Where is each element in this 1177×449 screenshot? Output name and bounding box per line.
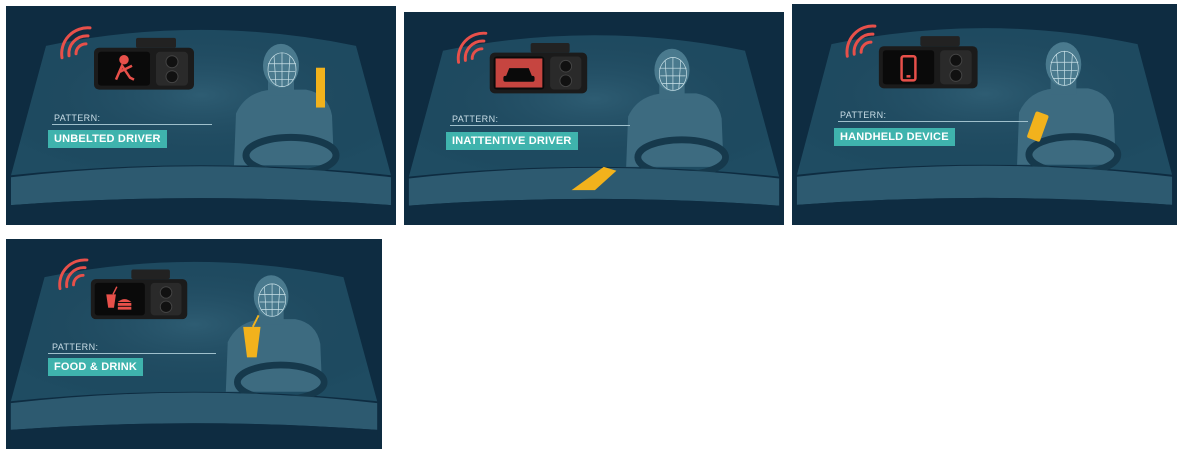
pattern-badge: HANDHELD DEVICE	[834, 128, 955, 146]
pattern-leader-line	[52, 124, 212, 125]
car-icon	[495, 58, 543, 88]
seatbelt-buckle	[316, 67, 325, 108]
pattern-caption: PATTERN:	[52, 342, 99, 352]
panel-unbelted-driver: PATTERN: UNBELTED DRIVER	[6, 6, 396, 225]
pattern-badge: INATTENTIVE DRIVER	[446, 132, 578, 150]
panel-food-drink: PATTERN: FOOD & DRINK	[6, 239, 382, 449]
pattern-leader-line	[450, 125, 630, 126]
pattern-caption: PATTERN:	[840, 110, 887, 120]
pattern-badge: FOOD & DRINK	[48, 358, 144, 376]
pattern-leader-line	[48, 353, 216, 354]
pattern-leader-line	[838, 121, 1028, 122]
pattern-badge: UNBELTED DRIVER	[48, 130, 167, 148]
panel-inattentive-driver: PATTERN: INATTENTIVE DRIVER	[404, 12, 784, 225]
pattern-caption: PATTERN:	[452, 114, 499, 124]
pattern-caption: PATTERN:	[54, 113, 101, 123]
panel-handheld-device: PATTERN: HANDHELD DEVICE	[792, 4, 1177, 225]
